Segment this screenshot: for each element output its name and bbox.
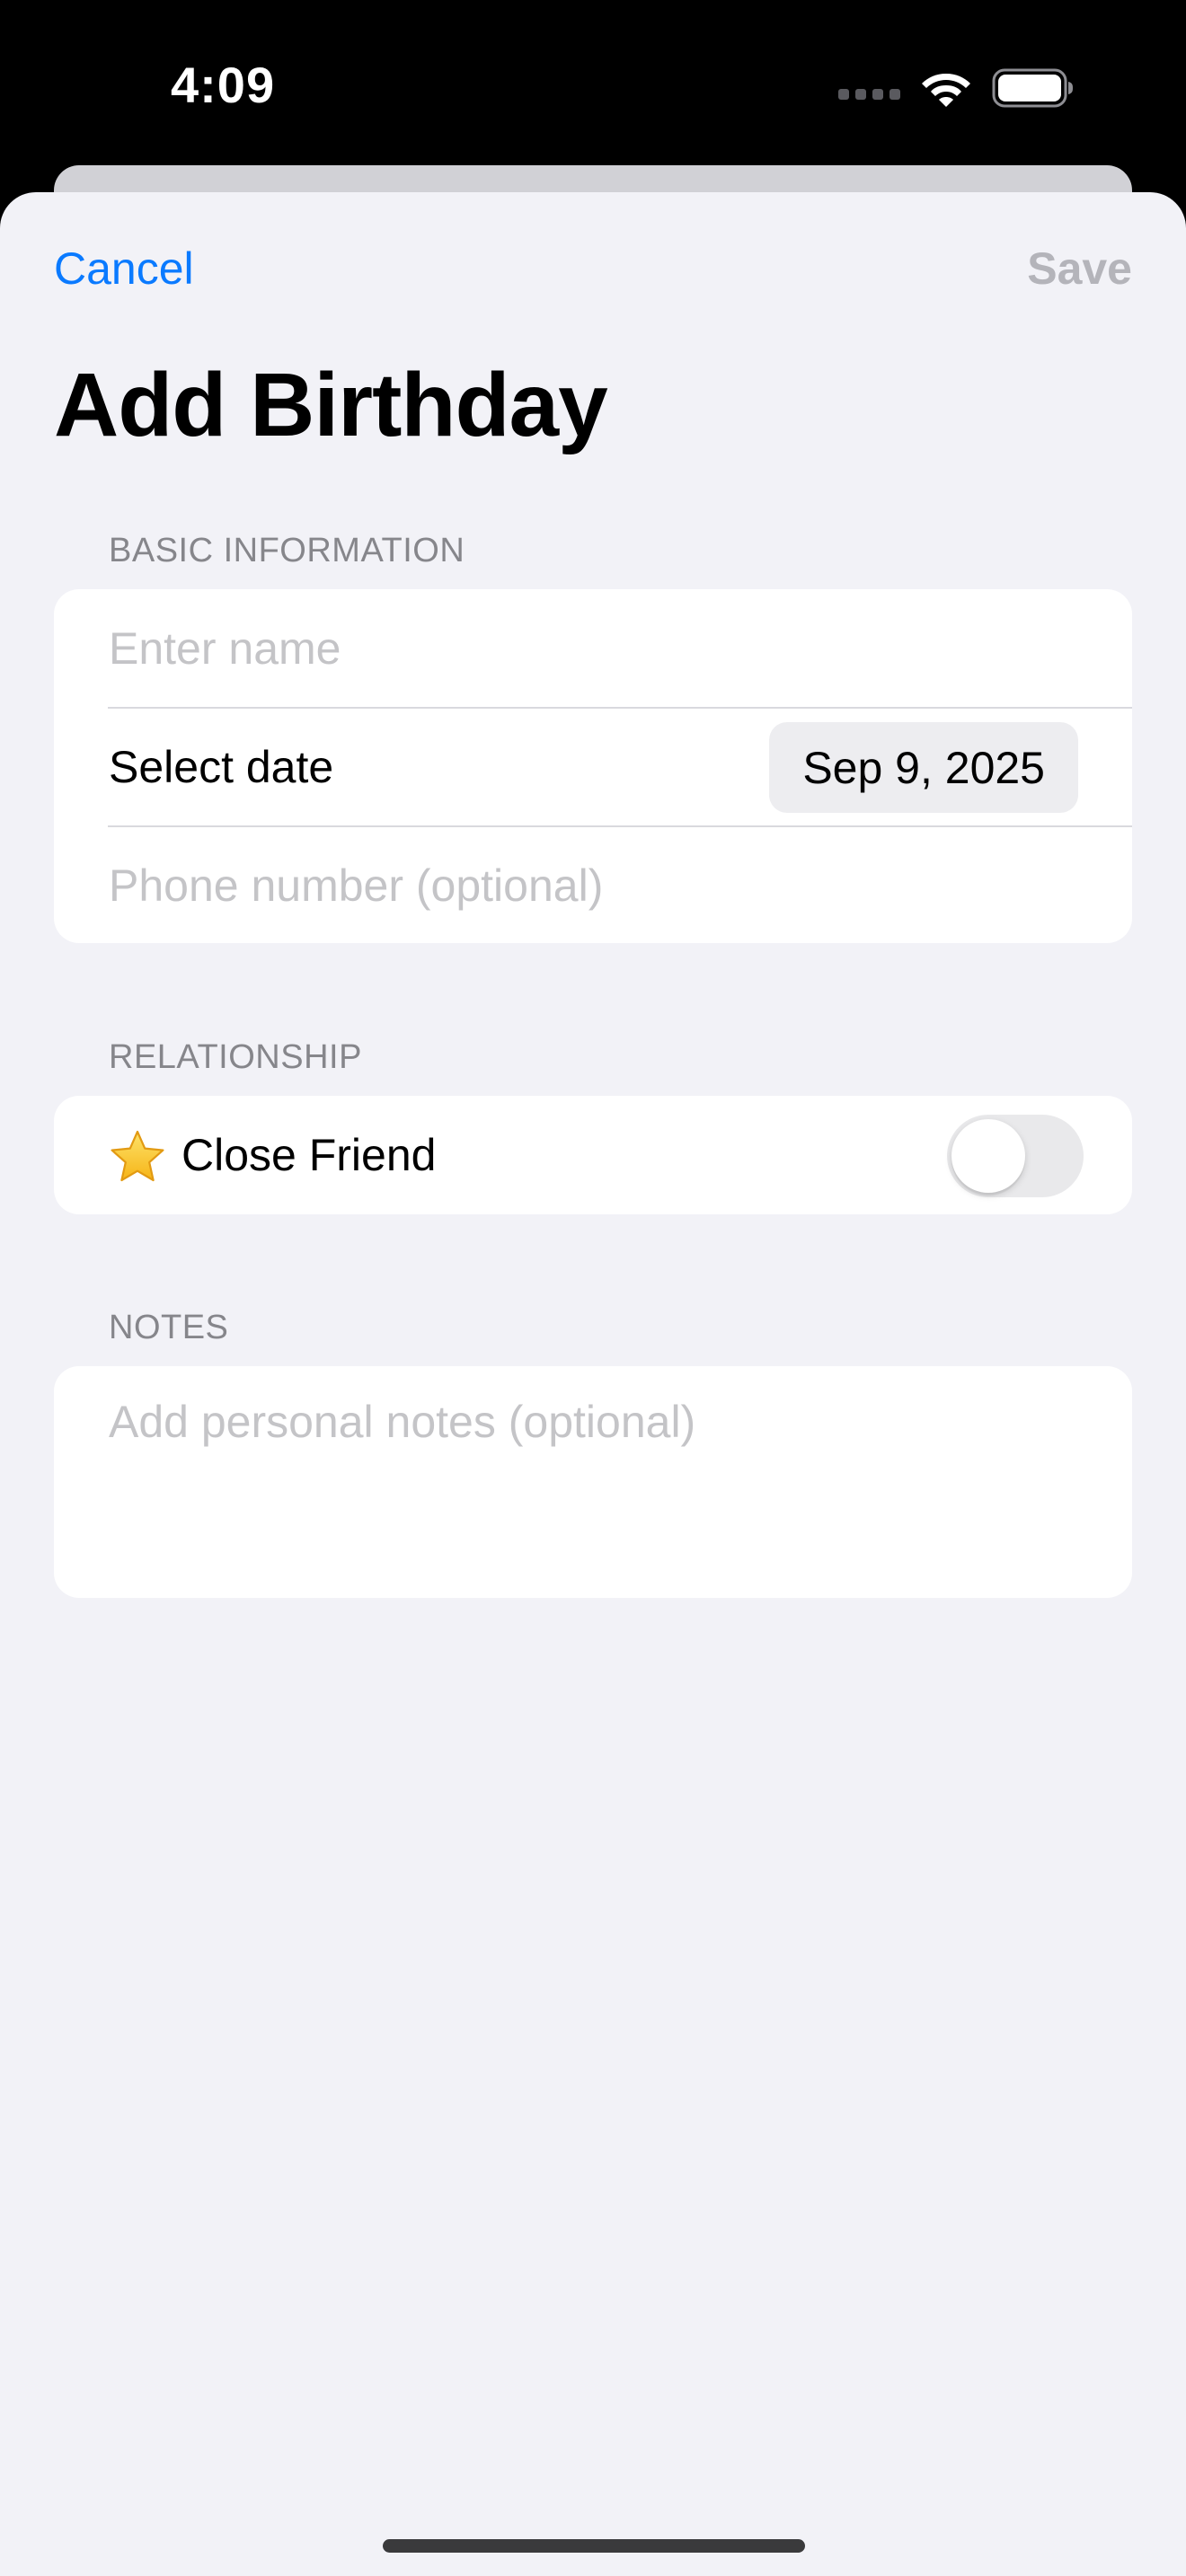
notes-card [54, 1366, 1132, 1598]
close-friend-toggle[interactable] [947, 1115, 1084, 1197]
page-title: Add Birthday [54, 355, 608, 455]
cancel-button[interactable]: Cancel [54, 243, 194, 295]
date-picker-button[interactable]: Sep 9, 2025 [769, 722, 1078, 813]
notes-textarea[interactable] [109, 1395, 1079, 1575]
name-row [54, 589, 1132, 707]
section-header-notes: NOTES [109, 1309, 229, 1346]
section-header-basic-information: BASIC INFORMATION [109, 532, 465, 569]
save-button[interactable]: Save [1027, 243, 1132, 295]
phone-input[interactable] [109, 859, 1079, 912]
wifi-icon [922, 74, 970, 107]
date-row: Select date Sep 9, 2025 [54, 708, 1132, 825]
date-label: Select date [109, 741, 334, 792]
toggle-knob [951, 1119, 1025, 1193]
close-friend-label: Close Friend [181, 1129, 437, 1180]
name-input[interactable] [109, 622, 1079, 675]
section-header-relationship: RELATIONSHIP [109, 1038, 362, 1076]
basic-information-card: Select date Sep 9, 2025 [54, 589, 1132, 943]
status-icons [838, 63, 1075, 113]
star-icon [111, 1130, 164, 1182]
relationship-card: Close Friend [54, 1096, 1132, 1214]
status-bar: 4:09 [0, 0, 1186, 167]
cellular-signal-icon [838, 89, 900, 100]
close-friend-row: Close Friend [54, 1096, 1132, 1213]
phone-row [54, 826, 1132, 943]
status-time: 4:09 [171, 57, 276, 113]
home-indicator[interactable] [383, 2539, 805, 2553]
battery-icon [992, 68, 1073, 108]
add-birthday-sheet: Cancel Save Add Birthday BASIC INFORMATI… [0, 192, 1186, 2576]
